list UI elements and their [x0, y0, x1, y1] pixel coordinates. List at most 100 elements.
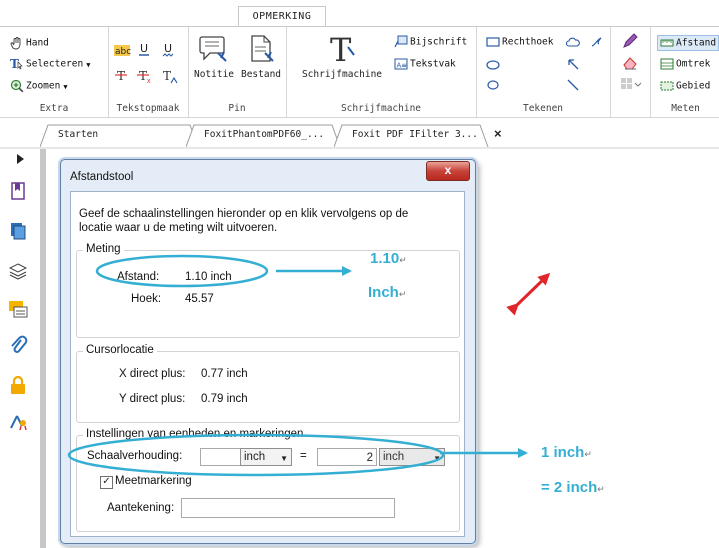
ribbon-group-extra: Hand T Selecteren ▼ Zoomen ▼ Extra	[0, 27, 109, 117]
area-tool-button[interactable]: Gebied	[660, 79, 710, 93]
svg-text:U: U	[140, 42, 148, 55]
paragraph-mark: ↵	[584, 449, 592, 459]
pages-icon[interactable]	[8, 221, 28, 241]
paragraph-mark: ↵	[398, 289, 407, 299]
pencil-icon[interactable]	[622, 33, 638, 49]
distance-tool-dialog: Afstandstool x Geef de schaalinstellinge…	[60, 159, 476, 544]
measurement-line-arrow	[506, 272, 551, 316]
bookmark-icon[interactable]	[8, 181, 28, 201]
collapse-arrow-icon[interactable]	[16, 153, 26, 165]
angle-label: Hoek:	[131, 293, 162, 305]
oval-icon[interactable]	[486, 59, 500, 71]
close-button[interactable]: x	[426, 161, 470, 181]
area-icon	[660, 81, 674, 91]
distance-label: Afstand	[676, 37, 717, 49]
replace-text-icon: Tx	[137, 69, 151, 85]
text-markup-icons: abc U U T Tx T	[114, 42, 178, 85]
annotation-label: Aantekening:	[107, 502, 175, 514]
x-delta-label: X direct plus:	[119, 368, 186, 380]
chevron-down-icon: ▼	[280, 454, 288, 463]
left-sidebar	[0, 149, 40, 548]
document-tab-bar: Starten FoxitPhantomPDF60_... Foxit PDF …	[0, 117, 719, 148]
group-label-meten: Meten	[671, 103, 700, 114]
cloud-icon[interactable]	[566, 35, 580, 49]
callout-button[interactable]: Bijschrift	[394, 35, 467, 49]
typewriter-label: Schrijfmachine	[301, 69, 383, 80]
tab-opmerking[interactable]: OPMERKING	[238, 6, 326, 27]
textbox-label: Tekstvak	[410, 58, 456, 70]
select-tool[interactable]: T Selecteren ▼	[10, 57, 90, 71]
hand-tool[interactable]: Hand	[10, 36, 49, 50]
attachment-icon[interactable]	[8, 335, 28, 355]
speech-bubble-icon	[199, 36, 227, 62]
perimeter-label: Omtrek	[676, 58, 711, 70]
doc-tab-label: FoxitPhantomPDF60_...	[204, 129, 325, 140]
zoom-tool[interactable]: Zoomen ▼	[10, 79, 68, 93]
line-icon[interactable]	[566, 78, 580, 92]
eraser-icon[interactable]	[622, 55, 638, 71]
cursor-location-group: Cursorlocatie X direct plus: 0.77 inch Y…	[76, 344, 460, 423]
scale-unit-left-value: inch	[244, 451, 266, 463]
note-button[interactable]: Notitie	[192, 33, 236, 80]
pencil-freeform-icon[interactable]	[590, 35, 604, 49]
distance-value: 1.10 inch	[185, 271, 232, 283]
doc-tab-foxit-phantom[interactable]: FoxitPhantomPDF60_...	[186, 124, 354, 148]
rectangle-icon	[486, 37, 500, 47]
instructions-line-2: locatie waar u de meting wilt uitvoeren.	[79, 222, 278, 234]
scale-unit-right-select[interactable]: inch ▼	[379, 448, 445, 466]
measure-value: 1.10	[370, 250, 400, 267]
cursor-location-legend: Cursorlocatie	[83, 344, 157, 356]
comments-icon[interactable]	[8, 299, 28, 319]
ruler-icon	[660, 39, 674, 47]
measure-unit-annotation: Inch↵	[368, 284, 406, 301]
svg-text:T: T	[117, 69, 125, 83]
svg-text:x: x	[147, 78, 151, 85]
measurement-markup-checkbox[interactable]: ✓	[100, 476, 113, 489]
insert-text-icon: T	[163, 69, 178, 84]
doc-tab-starten[interactable]: Starten	[40, 124, 208, 148]
scale-right-annotation: = 2 inch↵	[541, 479, 605, 496]
scale-unit-left-select[interactable]: inch ▼	[240, 448, 292, 466]
scale-ratio-right-input[interactable]: 2	[317, 448, 377, 466]
ribbon-group-pin: Notitie Bestand Pin	[188, 27, 287, 117]
group-label-tekenen: Tekenen	[522, 103, 564, 114]
measurement-legend: Meting	[83, 243, 124, 255]
svg-text:T: T	[139, 69, 147, 83]
scale-right: = 2 inch	[541, 479, 598, 496]
rectangle-button[interactable]: Rechthoek	[486, 35, 553, 49]
perimeter-icon	[660, 58, 674, 70]
attach-file-button[interactable]: Bestand	[238, 33, 284, 80]
sidebar-splitter[interactable]	[40, 149, 46, 548]
layers-icon[interactable]	[8, 261, 28, 281]
dialog-title: Afstandstool	[70, 171, 134, 183]
chevron-down-icon: ▼	[63, 82, 68, 91]
polygon-icon[interactable]	[486, 79, 500, 91]
lock-icon[interactable]	[8, 375, 28, 395]
grid-options-icon[interactable]	[620, 77, 642, 91]
doc-tab-label: Foxit PDF IFilter 3...	[352, 129, 478, 140]
chevron-down-icon: ▼	[433, 454, 441, 463]
group-label-pin: Pin	[228, 103, 246, 114]
arrow-icon[interactable]	[566, 57, 580, 71]
signature-icon[interactable]	[8, 411, 28, 431]
distance-tool-button[interactable]: Afstand	[657, 35, 719, 51]
measurement-markup-label: Meetmarkering	[115, 475, 192, 487]
rectangle-label: Rechthoek	[502, 36, 554, 48]
textbox-button[interactable]: A≡ Tekstvak	[394, 57, 456, 71]
scale-left-annotation: 1 inch↵	[541, 444, 592, 461]
tab-separator	[0, 147, 719, 149]
select-label: Selecteren	[26, 58, 84, 70]
scale-unit-right-value: inch	[383, 451, 405, 463]
perimeter-tool-button[interactable]: Omtrek	[660, 57, 710, 71]
typewriter-button[interactable]: T Schrijfmachine	[296, 33, 388, 80]
svg-text:T: T	[163, 69, 171, 83]
doc-tab-foxit-ifilter[interactable]: Foxit PDF IFilter 3...	[334, 124, 502, 148]
paragraph-mark: ↵	[399, 255, 407, 265]
annotation-input[interactable]	[181, 498, 395, 518]
ribbon: Hand T Selecteren ▼ Zoomen ▼ Extra abc U U …	[0, 27, 719, 117]
scale-left: 1 inch	[541, 444, 585, 461]
measure-unit: Inch	[368, 284, 399, 301]
close-tab-icon[interactable]: ×	[494, 126, 502, 141]
note-label: Notitie	[193, 69, 235, 80]
zoom-icon	[10, 79, 24, 93]
